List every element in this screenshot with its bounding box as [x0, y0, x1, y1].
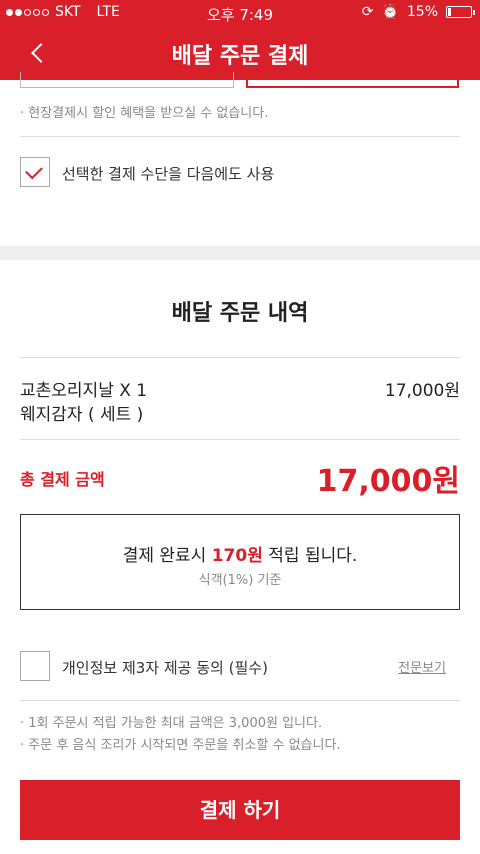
payment-method-option-selected[interactable] [246, 72, 459, 88]
divider [20, 357, 460, 358]
points-info-box: 결제 완료시 170원 적립 됩니다. 식객(1%) 기준 [20, 514, 460, 610]
total-label: 총 결제 금액 [20, 470, 105, 489]
points-prefix: 결제 완료시 [122, 546, 212, 566]
notice-cancel-policy: · 주문 후 음식 조리가 시작되면 주문을 취소할 수 없습니다. [20, 738, 341, 753]
remember-method-label: 선택한 결제 수단을 다음에도 사용 [62, 165, 275, 183]
payment-method-option[interactable] [20, 72, 234, 88]
points-suffix: 적립 됩니다. [262, 546, 358, 566]
total-value: 17,000원 [316, 464, 460, 499]
battery-icon [446, 6, 475, 18]
page-title: 배달 주문 결제 [171, 44, 309, 69]
points-line: 결제 완료시 170원 적립 됩니다. [21, 541, 459, 566]
divider [20, 439, 460, 440]
points-basis: 식객(1%) 기준 [198, 573, 282, 588]
points-amount: 170원 [211, 546, 263, 566]
privacy-consent-checkbox[interactable] [20, 651, 50, 681]
pay-button[interactable]: 결제 하기 [20, 780, 460, 840]
remember-method-checkbox[interactable] [20, 157, 50, 187]
onsite-payment-note: · 현장결제시 할인 혜택을 받으실 수 없습니다. [20, 106, 269, 121]
privacy-consent-label: 개인정보 제3자 제공 동의 (필수) [62, 659, 268, 677]
section-separator [0, 246, 480, 260]
order-item-name: 교촌오리지날 X 1 [20, 381, 148, 401]
status-bar: SKT LTE 오후 7:49 ⟳ ⏰ 15% [0, 0, 480, 26]
order-section-title: 배달 주문 내역 [171, 301, 309, 326]
notice-max-points: · 1회 주문시 적립 가능한 최대 금액은 3,000원 입니다. [20, 716, 323, 731]
status-right: ⟳ ⏰ 15% [361, 4, 475, 20]
top-bar: SKT LTE 오후 7:49 ⟳ ⏰ 15% 배달 주문 결제 [0, 0, 480, 80]
checkmark-icon [25, 161, 43, 180]
order-item-price: 17,000원 [384, 381, 460, 401]
divider [20, 136, 460, 137]
battery-percent: 15% [406, 4, 438, 20]
view-full-terms-link[interactable]: 전문보기 [398, 657, 446, 676]
alarm-icon: ⏰ [381, 4, 399, 20]
divider [20, 700, 460, 701]
rotation-lock-icon: ⟳ [361, 4, 374, 20]
order-item-option: 웨지감자 ( 세트 ) [20, 405, 144, 425]
